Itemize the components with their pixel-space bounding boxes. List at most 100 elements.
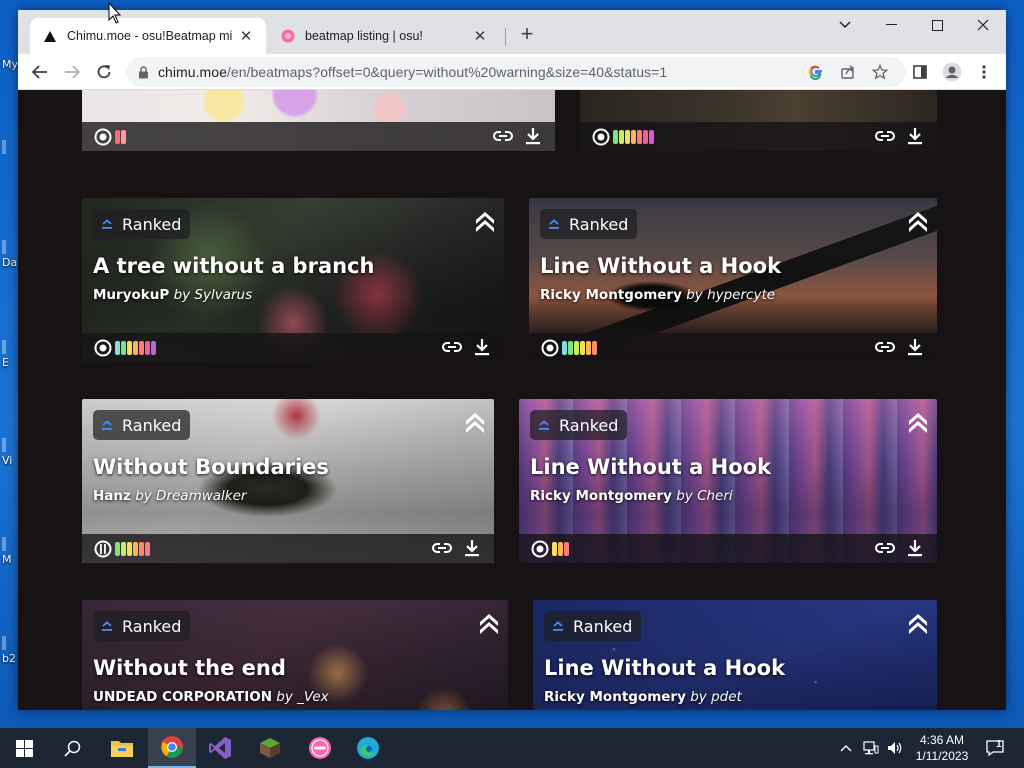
difficulty-pip[interactable] — [613, 129, 618, 144]
difficulty-pip[interactable] — [564, 541, 569, 556]
osu-taskbar-button[interactable] — [296, 728, 344, 768]
beatmap-card[interactable]: Ranked Line Without a Hook Ricky Montgom… — [533, 600, 937, 710]
difficulty-pip[interactable] — [127, 541, 132, 556]
close-tab-icon[interactable]: ✕ — [238, 28, 254, 45]
download-icon[interactable] — [905, 538, 925, 558]
beatmap-card-partial-right[interactable] — [580, 90, 937, 151]
maximize-icon[interactable] — [914, 10, 960, 40]
difficulty-pip[interactable] — [139, 340, 144, 355]
desktop-icon-glyph — [2, 537, 6, 551]
beatmap-card[interactable]: Ranked Line Without a Hook Ricky Montgom… — [519, 399, 937, 563]
difficulty-pip[interactable] — [643, 129, 648, 144]
difficulty-pip[interactable] — [574, 340, 579, 355]
share-icon[interactable] — [834, 58, 862, 86]
difficulty-pip[interactable] — [631, 129, 636, 144]
start-button[interactable] — [0, 728, 48, 768]
google-lens-icon[interactable] — [802, 58, 830, 86]
difficulty-pip[interactable] — [151, 340, 156, 355]
mapper-name[interactable]: Dreamwalker — [156, 488, 246, 504]
difficulty-pip[interactable] — [562, 340, 567, 355]
address-bar[interactable]: chimu.moe/en/beatmaps?offset=0&query=wit… — [126, 57, 906, 87]
difficulty-pip[interactable] — [145, 541, 150, 556]
new-tab-button[interactable]: + — [516, 23, 538, 46]
difficulty-pip[interactable] — [568, 340, 573, 355]
link-icon[interactable] — [875, 538, 895, 558]
download-icon[interactable] — [523, 126, 543, 146]
difficulty-pip[interactable] — [619, 129, 624, 144]
beatmap-card[interactable]: Ranked Without Boundaries Hanz by Dreamw… — [82, 399, 494, 563]
link-icon[interactable] — [493, 126, 513, 146]
desktop-icon-0[interactable]: My — [2, 58, 18, 71]
download-icon[interactable] — [905, 337, 925, 357]
tab-chimu[interactable]: Chimu.moe - osu!Beatmap mirror ✕ — [30, 18, 266, 54]
search-taskbar-button[interactable] — [48, 728, 96, 768]
desktop-icon-1[interactable]: Da — [2, 240, 17, 269]
visual-studio-button[interactable] — [196, 728, 244, 768]
beatmap-card[interactable]: Ranked A tree without a branch MuryokuP … — [82, 198, 504, 362]
system-clock[interactable]: 4:36 AM 1/11/2023 — [906, 732, 978, 764]
close-tab-icon[interactable]: ✕ — [472, 28, 488, 45]
difficulty-pip[interactable] — [637, 129, 642, 144]
beatmap-card[interactable]: Ranked Line Without a Hook Ricky Montgom… — [529, 198, 937, 362]
profile-avatar-icon[interactable] — [938, 58, 966, 86]
difficulty-pip[interactable] — [139, 541, 144, 556]
volume-icon[interactable] — [884, 728, 906, 768]
notification-center-button[interactable]: 1 — [980, 728, 1010, 768]
difficulty-pip[interactable] — [133, 541, 138, 556]
link-icon[interactable] — [432, 538, 452, 558]
difficulty-pip[interactable] — [121, 541, 126, 556]
close-window-icon[interactable] — [960, 10, 1006, 40]
edge-button[interactable] — [344, 728, 392, 768]
back-arrow-icon[interactable] — [26, 58, 54, 86]
mapper-name[interactable]: Sylvarus — [194, 287, 252, 303]
difficulty-pip[interactable] — [115, 340, 120, 355]
mapper-name[interactable]: pdet — [711, 689, 742, 705]
link-icon[interactable] — [875, 126, 895, 146]
tab-search-icon[interactable] — [822, 10, 868, 40]
difficulty-pip[interactable] — [649, 129, 654, 144]
desktop-icon-3[interactable]: Vi — [2, 438, 12, 467]
reload-icon[interactable] — [90, 58, 118, 86]
menu-kebab-icon[interactable] — [970, 58, 998, 86]
file-explorer-button[interactable] — [98, 728, 146, 768]
mapper-name[interactable]: Cheri — [697, 488, 733, 504]
tray-overflow-chevron-icon[interactable] — [836, 728, 856, 768]
beatmap-card[interactable]: Ranked Without the end UNDEAD CORPORATIO… — [82, 600, 508, 710]
difficulty-pip[interactable] — [121, 340, 126, 355]
difficulty-pip[interactable] — [115, 129, 120, 144]
card-actions — [493, 126, 543, 146]
difficulty-pip[interactable] — [586, 340, 591, 355]
difficulty-pip[interactable] — [115, 541, 120, 556]
status-badge: Ranked — [530, 410, 628, 440]
difficulty-pip[interactable] — [145, 340, 150, 355]
bookmark-star-icon[interactable] — [866, 58, 894, 86]
difficulty-pip[interactable] — [121, 129, 126, 144]
download-icon[interactable] — [905, 126, 925, 146]
link-icon[interactable] — [875, 337, 895, 357]
download-icon[interactable] — [472, 337, 492, 357]
minecraft-button[interactable] — [246, 728, 294, 768]
desktop-icon-5[interactable]: b2 — [2, 636, 16, 665]
beatmap-card-partial-left[interactable] — [82, 90, 555, 151]
difficulty-pip[interactable] — [558, 541, 563, 556]
mapper-name[interactable]: _Vex — [297, 689, 329, 705]
difficulty-pip[interactable] — [552, 541, 557, 556]
chrome-taskbar-button[interactable] — [148, 728, 196, 768]
difficulty-pip[interactable] — [625, 129, 630, 144]
difficulty-pip[interactable] — [592, 340, 597, 355]
difficulty-pip[interactable] — [133, 340, 138, 355]
ranked-chevrons-icon — [909, 413, 927, 433]
mapper-name[interactable]: hypercyte — [707, 287, 775, 303]
difficulty-pip[interactable] — [580, 340, 585, 355]
link-icon[interactable] — [442, 337, 462, 357]
by-word: by — [173, 287, 191, 303]
difficulty-pip[interactable] — [127, 340, 132, 355]
tab-osu-listing[interactable]: beatmap listing | osu! ✕ — [268, 18, 500, 54]
desktop-icon-2[interactable]: E — [2, 340, 9, 369]
minimize-icon[interactable] — [868, 10, 914, 40]
desktop-icon-4[interactable]: M — [2, 537, 12, 566]
side-panel-icon[interactable] — [906, 58, 934, 86]
download-icon[interactable] — [462, 538, 482, 558]
network-icon[interactable] — [860, 728, 882, 768]
forward-arrow-icon[interactable] — [58, 58, 86, 86]
